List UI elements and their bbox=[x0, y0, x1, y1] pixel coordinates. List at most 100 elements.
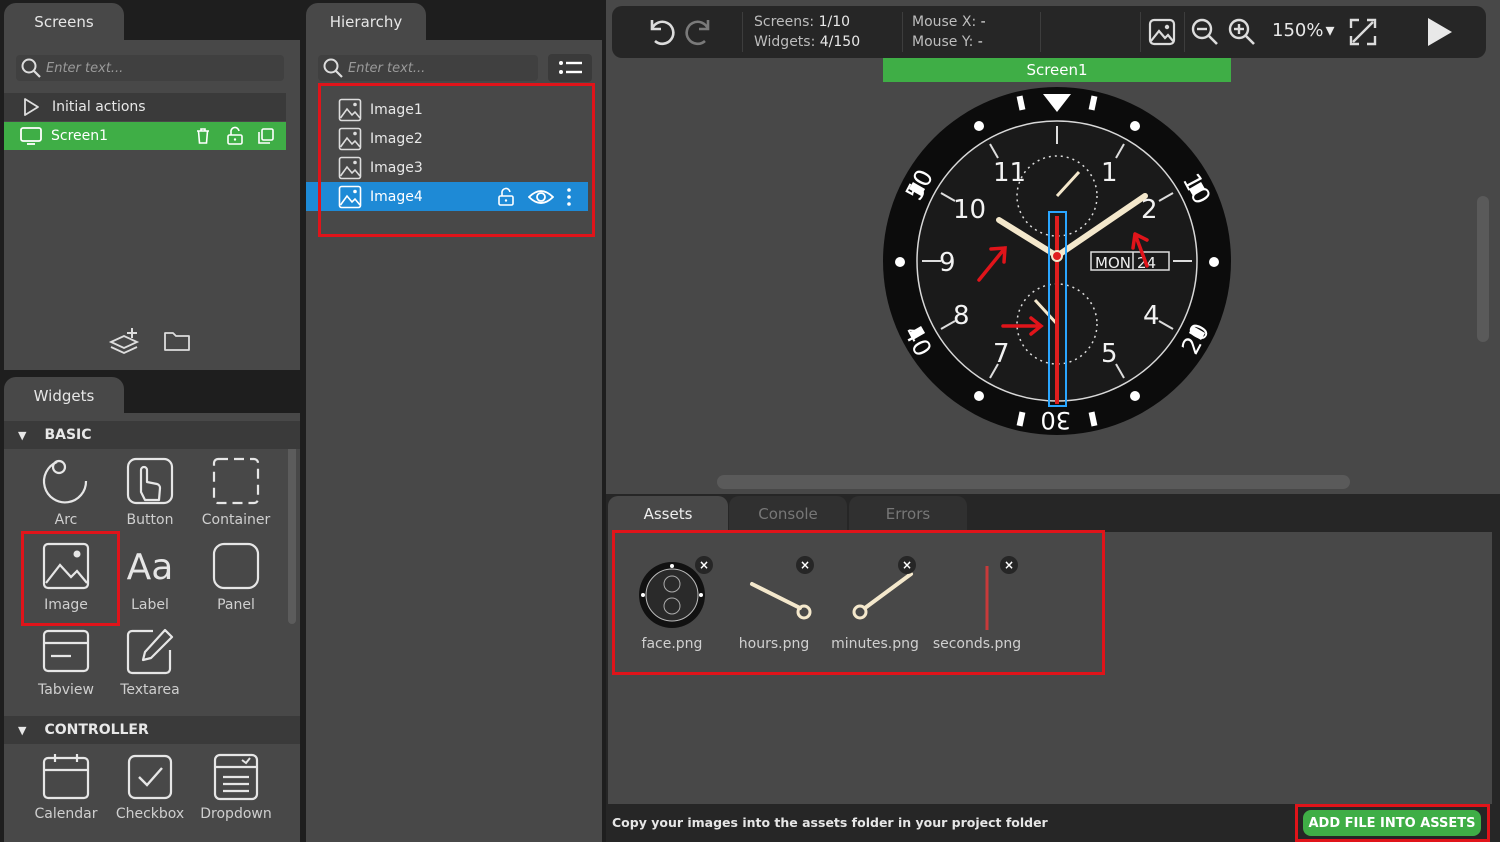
widget-checkbox[interactable]: Checkbox bbox=[108, 752, 192, 822]
tab-screens[interactable]: Screens bbox=[4, 3, 124, 41]
screen1-title: Screen1 bbox=[1026, 61, 1088, 79]
widget-panel-label: Panel bbox=[217, 597, 255, 613]
section-basic[interactable]: ▼ BASIC bbox=[4, 421, 300, 449]
screens-search-input[interactable] bbox=[46, 60, 266, 76]
tab-console-label: Console bbox=[758, 505, 818, 523]
folder-icon[interactable] bbox=[162, 328, 192, 354]
hierarchy-item-label: Image4 bbox=[370, 188, 423, 205]
hour-number: 8 bbox=[953, 301, 970, 331]
widget-image-label: Image bbox=[44, 597, 88, 613]
redo-icon[interactable] bbox=[682, 15, 716, 49]
widget-button-label: Button bbox=[126, 512, 174, 528]
tab-assets[interactable]: Assets bbox=[608, 496, 728, 532]
search-icon bbox=[323, 58, 343, 78]
hierarchy-item-label: Image1 bbox=[370, 102, 423, 118]
widget-textarea[interactable]: Textarea bbox=[108, 626, 192, 698]
hour-number: 10 bbox=[953, 195, 986, 225]
hierarchy-item-label: Image3 bbox=[370, 160, 423, 176]
unlock-icon[interactable] bbox=[496, 187, 516, 207]
dropdown-icon bbox=[213, 753, 259, 801]
tab-console[interactable]: Console bbox=[729, 496, 847, 532]
list-view-button[interactable] bbox=[548, 54, 592, 82]
zoom-value: 150% bbox=[1272, 20, 1324, 41]
play-outline-icon bbox=[24, 98, 39, 116]
remove-minutes-button[interactable]: × bbox=[898, 556, 916, 574]
asset-seconds[interactable]: seconds.png bbox=[927, 560, 1027, 652]
add-screen-icon[interactable] bbox=[108, 326, 142, 356]
list-icon bbox=[559, 61, 582, 74]
remove-face-button[interactable]: × bbox=[695, 556, 713, 574]
canvas-horizontal-scrollbar[interactable] bbox=[717, 475, 1350, 489]
section-controller-title: CONTROLLER bbox=[44, 722, 149, 738]
screen1-item[interactable]: Screen1 bbox=[4, 122, 286, 150]
play-icon[interactable] bbox=[1424, 16, 1454, 48]
mouse-y-value: - bbox=[977, 34, 983, 50]
hierarchy-item-image3[interactable]: Image3 bbox=[306, 154, 588, 182]
widget-button[interactable]: Button bbox=[108, 456, 192, 528]
panel-icon bbox=[212, 542, 260, 590]
more-vertical-icon[interactable] bbox=[565, 187, 573, 207]
arc-icon bbox=[42, 459, 88, 504]
widget-tabview[interactable]: Tabview bbox=[24, 626, 108, 698]
tab-widgets[interactable]: Widgets bbox=[4, 377, 124, 415]
widget-textarea-label: Textarea bbox=[120, 682, 180, 698]
screen1-label-bar[interactable]: Screen1 bbox=[883, 58, 1231, 82]
widget-image[interactable]: Image bbox=[24, 541, 108, 613]
screens-count-value: 1/10 bbox=[818, 14, 851, 30]
hierarchy-item-image1[interactable]: Image1 bbox=[306, 96, 588, 124]
asset-hours[interactable]: hours.png bbox=[724, 560, 824, 652]
mouse-x-label: Mouse X: bbox=[912, 14, 977, 30]
tab-hierarchy[interactable]: Hierarchy bbox=[306, 3, 426, 41]
tab-errors[interactable]: Errors bbox=[849, 496, 967, 532]
image-icon bbox=[338, 98, 362, 122]
eye-icon[interactable] bbox=[528, 187, 554, 207]
image-icon bbox=[42, 542, 90, 590]
calendar-icon bbox=[42, 754, 90, 800]
remove-seconds-button[interactable]: × bbox=[1000, 556, 1018, 574]
asset-face[interactable]: face.png bbox=[622, 560, 722, 652]
zoom-out-icon[interactable] bbox=[1190, 17, 1220, 47]
asset-minutes[interactable]: minutes.png bbox=[825, 560, 925, 652]
hierarchy-item-label: Image2 bbox=[370, 131, 423, 147]
widget-container[interactable]: Container bbox=[194, 456, 278, 528]
widget-label[interactable]: Aa Label bbox=[108, 541, 192, 614]
monitor-icon bbox=[20, 127, 42, 145]
unlock-icon[interactable] bbox=[225, 126, 245, 146]
initial-actions-item[interactable]: Initial actions bbox=[4, 93, 286, 121]
widget-arc[interactable]: Arc bbox=[24, 456, 108, 528]
duplicate-icon[interactable] bbox=[256, 126, 276, 146]
widget-checkbox-label: Checkbox bbox=[115, 806, 185, 822]
label-icon: Aa bbox=[126, 546, 174, 588]
widget-panel[interactable]: Panel bbox=[194, 541, 278, 613]
hierarchy-item-image2[interactable]: Image2 bbox=[306, 125, 588, 153]
fullscreen-icon[interactable] bbox=[1348, 17, 1378, 47]
hierarchy-item-image4[interactable]: Image4 bbox=[306, 182, 588, 211]
widgets-scrollbar[interactable] bbox=[288, 424, 296, 624]
zoom-in-icon[interactable] bbox=[1227, 17, 1257, 47]
widget-label-label: Label bbox=[131, 597, 169, 613]
trash-icon[interactable] bbox=[193, 126, 213, 146]
hour-number: 11 bbox=[993, 158, 1026, 188]
image-toggle-icon[interactable] bbox=[1148, 18, 1176, 46]
widget-calendar[interactable]: Calendar bbox=[24, 752, 108, 822]
hour-number: 4 bbox=[1143, 301, 1160, 331]
hour-number: 5 bbox=[1101, 339, 1118, 369]
bezel-number: 30 bbox=[1040, 406, 1071, 434]
zoom-select[interactable]: 150% ▾ bbox=[1272, 20, 1335, 41]
remove-hours-button[interactable]: × bbox=[796, 556, 814, 574]
canvas-vertical-scrollbar[interactable] bbox=[1477, 196, 1489, 342]
widget-dropdown[interactable]: Dropdown bbox=[194, 752, 278, 822]
screens-search[interactable] bbox=[16, 55, 284, 81]
widget-dropdown-label: Dropdown bbox=[200, 806, 272, 822]
widgets-count-label: Widgets: bbox=[754, 34, 816, 50]
undo-icon[interactable] bbox=[644, 15, 678, 49]
add-file-label: ADD FILE INTO ASSETS bbox=[1308, 815, 1476, 831]
initial-actions-label: Initial actions bbox=[52, 99, 146, 115]
mouse-x-value: - bbox=[980, 14, 986, 30]
add-file-into-assets-button[interactable]: ADD FILE INTO ASSETS bbox=[1303, 810, 1481, 836]
section-controller[interactable]: ▼ CONTROLLER bbox=[4, 716, 300, 744]
image-icon bbox=[338, 185, 362, 208]
watch-face-preview[interactable]: 50 10 40 20 30 11 1 10 2 9 8 4 7 5 MON 2… bbox=[883, 86, 1231, 436]
hierarchy-search-input[interactable] bbox=[348, 60, 528, 76]
hierarchy-search[interactable] bbox=[318, 55, 538, 81]
